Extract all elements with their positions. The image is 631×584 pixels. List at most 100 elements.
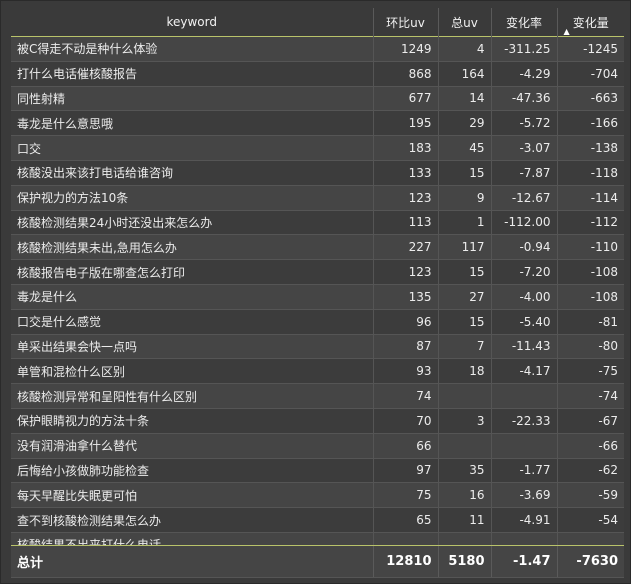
table-row[interactable]: 没有润滑油拿什么替代 66 -66 — [11, 433, 624, 459]
cell-change-amount: -108 — [556, 259, 624, 285]
cell-huanbi-uv: 87 — [372, 334, 438, 360]
cell-keyword: 核酸报告电子版在哪查怎么打印 — [11, 259, 373, 285]
cell-change-rate: -0.94 — [490, 234, 557, 261]
cell-huanbi-uv: 195 — [372, 110, 438, 137]
totals-change-amount: -7630 — [556, 546, 624, 578]
cell-huanbi-uv: 123 — [372, 259, 438, 285]
cell-total-uv: 15 — [437, 259, 491, 285]
cell-change-amount: -74 — [556, 383, 624, 409]
totals-row: 总计 12810 5180 -1.47 -7630 — [11, 545, 624, 578]
table-row[interactable]: 打什么电话催核酸报告 868 164 -4.29 -704 — [11, 61, 624, 87]
totals-label: 总计 — [11, 546, 373, 578]
table-row[interactable]: 单采出结果会快一点吗 87 7 -11.43 -80 — [11, 334, 624, 360]
totals-total-uv: 5180 — [437, 546, 491, 578]
table-body[interactable]: 被C得走不动是种什么体验 1249 4 -311.25 -1245 打什么电话催核酸报告 8… — [11, 37, 624, 545]
cell-keyword: 单采出结果会快一点吗 — [11, 334, 373, 360]
sort-ascending-icon[interactable]: ▲ — [564, 28, 570, 36]
cell-huanbi-uv: 65 — [372, 507, 438, 533]
cell-keyword: 口交是什么感觉 — [11, 309, 373, 335]
table-row[interactable]: 后悔给小孩做肺功能检查 97 35 -1.77 -62 — [11, 458, 624, 484]
table-row[interactable]: 核酸报告电子版在哪查怎么打印 123 15 -7.20 -108 — [11, 259, 624, 285]
column-header-change-amount[interactable]: 变化量 ▲ — [556, 8, 624, 37]
table-row[interactable]: 保护视力的方法10条 123 9 -12.67 -114 — [11, 185, 624, 211]
cell-total-uv — [437, 433, 491, 459]
table-row[interactable]: 核酸检测结果未出,急用怎么办 227 117 -0.94 -110 — [11, 234, 624, 261]
cell-change-rate: -12.67 — [490, 185, 557, 211]
cell-keyword: 后悔给小孩做肺功能检查 — [11, 458, 373, 484]
cell-keyword: 保护眼睛视力的方法十条 — [11, 408, 373, 434]
table-row[interactable]: 每天早醒比失眠更可怕 75 16 -3.69 -59 — [11, 482, 624, 509]
cell-huanbi-uv: 135 — [372, 284, 438, 310]
cell-change-rate: -4.17 — [490, 358, 557, 385]
cell-keyword: 单管和混检什么区别 — [11, 358, 373, 385]
cell-change-amount: -114 — [556, 185, 624, 211]
cell-huanbi-uv: 96 — [372, 309, 438, 335]
cell-change-amount: -75 — [556, 358, 624, 385]
table-row[interactable]: 毒龙是什么 135 27 -4.00 -108 — [11, 284, 624, 310]
cell-huanbi-uv: 133 — [372, 160, 438, 186]
cell-change-rate: -47.36 — [490, 86, 557, 112]
cell-total-uv — [437, 532, 491, 545]
table-row[interactable]: 口交 183 45 -3.07 -138 — [11, 135, 624, 161]
cell-change-rate: -4.91 — [490, 507, 557, 533]
cell-change-amount: -54 — [556, 507, 624, 533]
cell-change-amount: -663 — [556, 86, 624, 112]
table-row[interactable]: 核酸没出来该打电话给谁咨询 133 15 -7.87 -118 — [11, 160, 624, 186]
table-row[interactable]: 查不到核酸检测结果怎么办 65 11 -4.91 -54 — [11, 507, 624, 533]
cell-keyword: 核酸没出来该打电话给谁咨询 — [11, 160, 373, 186]
cell-total-uv: 15 — [437, 309, 491, 335]
cell-huanbi-uv: 75 — [372, 482, 438, 509]
cell-huanbi-uv: 70 — [372, 408, 438, 434]
cell-change-amount: -118 — [556, 160, 624, 186]
cell-keyword: 被C得走不动是种什么体验 — [11, 37, 373, 62]
cell-change-amount — [556, 532, 624, 545]
table-row[interactable]: 保护眼睛视力的方法十条 70 3 -22.33 -67 — [11, 408, 624, 434]
table-row[interactable]: 同性射精 677 14 -47.36 -663 — [11, 86, 624, 112]
column-header-huanbi-uv[interactable]: 环比uv — [372, 8, 438, 37]
column-header-change-amount-label: 变化量 — [572, 15, 609, 30]
column-header-change-rate[interactable]: 变化率 — [490, 8, 557, 37]
cell-change-rate: -3.07 — [490, 135, 557, 161]
table-row[interactable]: 被C得走不动是种什么体验 1249 4 -311.25 -1245 — [11, 37, 624, 62]
cell-huanbi-uv: 66 — [372, 433, 438, 459]
cell-change-rate — [490, 433, 557, 459]
table-row[interactable]: 核酸结果不出来打什么电话 — [11, 532, 624, 545]
column-header-keyword[interactable]: keyword — [11, 8, 373, 37]
cell-change-amount: -138 — [556, 135, 624, 161]
table-row[interactable]: 毒龙是什么意思哦 195 29 -5.72 -166 — [11, 110, 624, 137]
cell-total-uv — [437, 383, 491, 409]
cell-keyword: 每天早醒比失眠更可怕 — [11, 482, 373, 509]
table-row[interactable]: 核酸检测结果24小时还没出来怎么办 113 1 -112.00 -112 — [11, 210, 624, 236]
table-row[interactable]: 口交是什么感觉 96 15 -5.40 -81 — [11, 309, 624, 335]
cell-huanbi-uv: 113 — [372, 210, 438, 236]
cell-change-amount: -166 — [556, 110, 624, 137]
cell-total-uv: 35 — [437, 458, 491, 484]
cell-total-uv: 15 — [437, 160, 491, 186]
cell-change-amount: -1245 — [556, 37, 624, 62]
totals-change-rate: -1.47 — [490, 546, 557, 578]
cell-change-rate — [490, 532, 557, 545]
cell-keyword: 核酸检测异常和呈阳性有什么区别 — [11, 383, 373, 409]
cell-total-uv: 7 — [437, 334, 491, 360]
cell-keyword: 口交 — [11, 135, 373, 161]
cell-total-uv: 16 — [437, 482, 491, 509]
cell-total-uv: 164 — [437, 61, 491, 87]
cell-change-rate: -1.77 — [490, 458, 557, 484]
cell-change-rate: -5.40 — [490, 309, 557, 335]
cell-change-amount: -67 — [556, 408, 624, 434]
cell-change-amount: -80 — [556, 334, 624, 360]
cell-total-uv: 11 — [437, 507, 491, 533]
table-row[interactable]: 核酸检测异常和呈阳性有什么区别 74 -74 — [11, 383, 624, 409]
table-row[interactable]: 单管和混检什么区别 93 18 -4.17 -75 — [11, 358, 624, 385]
cell-huanbi-uv: 677 — [372, 86, 438, 112]
cell-huanbi-uv: 123 — [372, 185, 438, 211]
cell-change-rate: -112.00 — [490, 210, 557, 236]
cell-huanbi-uv: 183 — [372, 135, 438, 161]
cell-huanbi-uv: 93 — [372, 358, 438, 385]
cell-change-amount: -62 — [556, 458, 624, 484]
column-header-total-uv[interactable]: 总uv — [437, 8, 491, 37]
cell-total-uv: 29 — [437, 110, 491, 137]
cell-change-amount: -112 — [556, 210, 624, 236]
cell-change-amount: -59 — [556, 482, 624, 509]
cell-huanbi-uv: 1249 — [372, 37, 438, 62]
